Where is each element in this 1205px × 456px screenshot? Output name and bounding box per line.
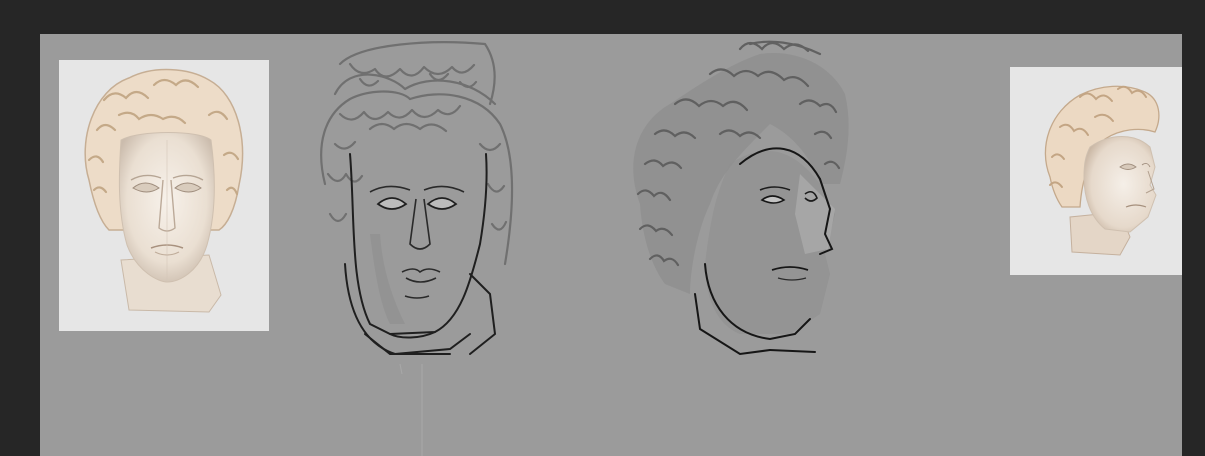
marble-bust-front-reference-icon	[84, 68, 244, 313]
reference-image-three-quarter[interactable]	[1010, 67, 1182, 275]
sketch-three-quarter-head[interactable]	[620, 34, 860, 364]
drawing-app-window	[0, 0, 1205, 456]
drawing-canvas[interactable]	[40, 34, 1182, 456]
three-quarter-head-sketch-icon	[633, 40, 849, 356]
front-view-head-sketch-icon	[320, 41, 514, 456]
reference-image-front[interactable]	[59, 60, 269, 331]
sketch-front-head[interactable]	[310, 34, 540, 456]
marble-bust-three-quarter-reference-icon	[1044, 85, 1160, 256]
